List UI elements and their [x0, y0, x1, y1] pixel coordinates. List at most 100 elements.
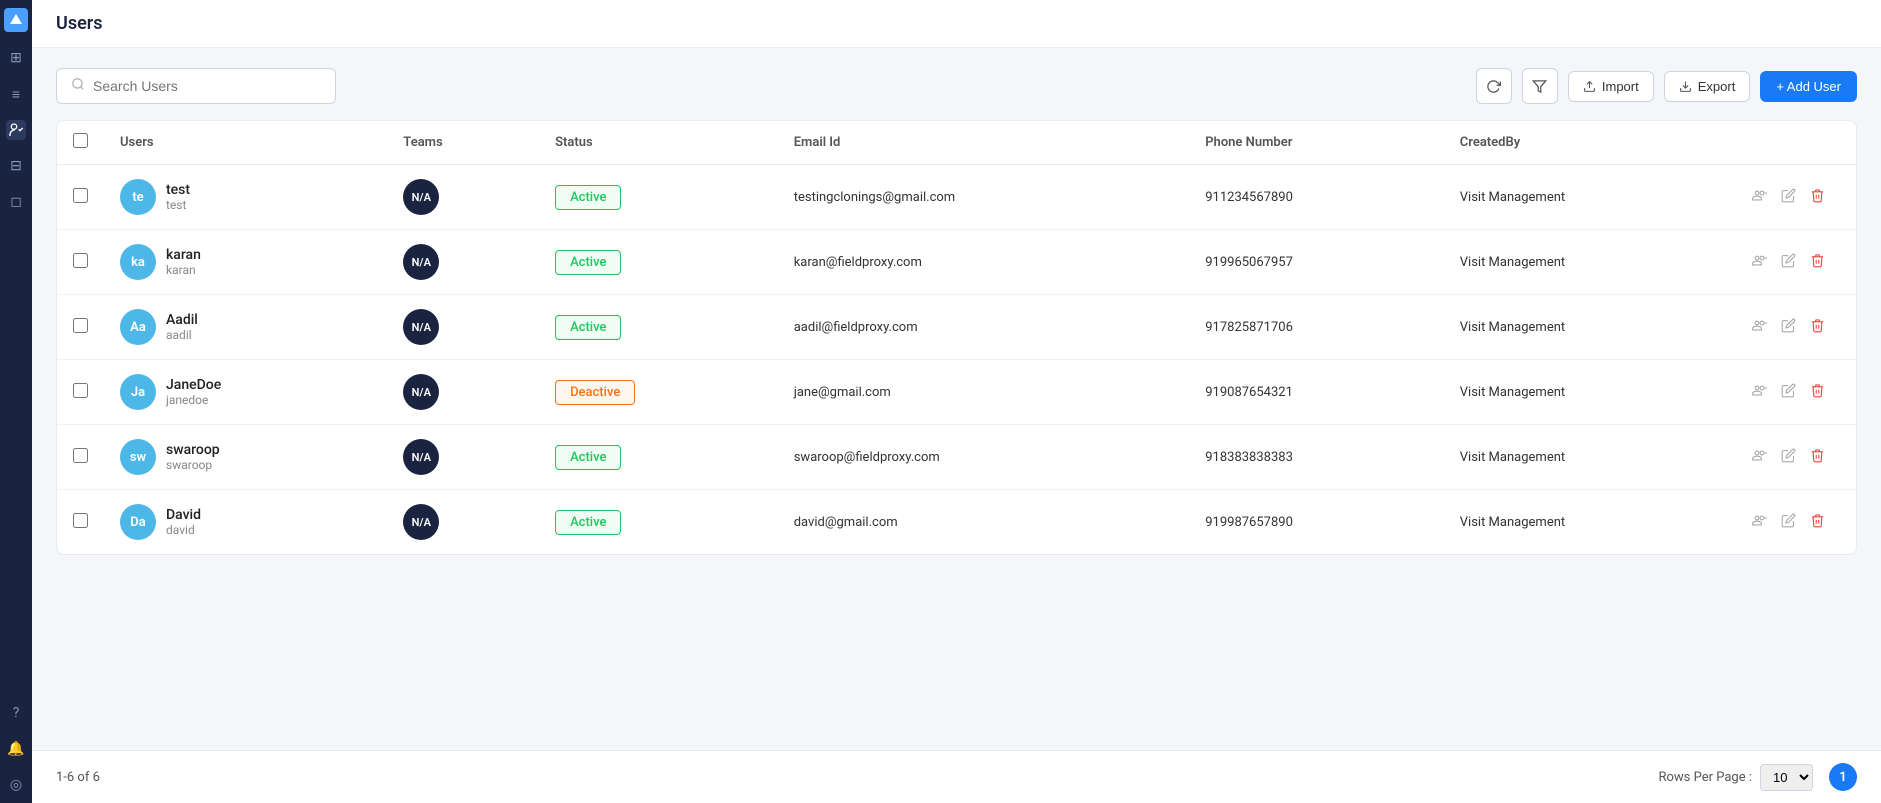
team-badge-2: N/A [403, 309, 439, 345]
action-icons-4 [1752, 448, 1840, 467]
import-button[interactable]: Import [1568, 71, 1654, 102]
remove-user-icon-3[interactable] [1752, 383, 1767, 402]
user-info-3: JaneDoe janedoe [166, 377, 221, 407]
phone-2: 917825871706 [1189, 295, 1444, 360]
row-checkbox-3[interactable] [73, 383, 88, 398]
page-title: Users [56, 13, 103, 34]
rows-per-page-select[interactable]: 10 25 50 [1760, 764, 1813, 791]
avatar-1: ka [120, 244, 156, 280]
delete-icon-3[interactable] [1810, 383, 1825, 402]
users-table: Users Teams Status Email Id Phone Number… [57, 121, 1856, 554]
edit-icon-5[interactable] [1781, 513, 1796, 532]
action-icons-5 [1752, 513, 1840, 532]
edit-icon-0[interactable] [1781, 188, 1796, 207]
col-created-by: CreatedBy [1444, 121, 1736, 165]
sidebar-icon-chart[interactable]: ⊟ [6, 156, 26, 176]
sidebar-icon-grid[interactable]: ⊞ [6, 48, 26, 68]
remove-user-icon-4[interactable] [1752, 448, 1767, 467]
team-badge-1: N/A [403, 244, 439, 280]
user-username-1: karan [166, 263, 201, 277]
col-email: Email Id [778, 121, 1190, 165]
current-page-number[interactable]: 1 [1829, 763, 1857, 791]
search-box[interactable] [56, 68, 336, 104]
avatar-0: te [120, 179, 156, 215]
table-footer: 1-6 of 6 Rows Per Page : 10 25 50 1 [32, 750, 1881, 803]
sidebar-icon-bell[interactable]: 🔔 [6, 739, 26, 759]
user-username-4: swaroop [166, 458, 220, 472]
sidebar-icon-users[interactable] [6, 120, 26, 140]
toolbar: Import Export + Add User [56, 68, 1857, 104]
search-icon [71, 77, 85, 95]
delete-icon-5[interactable] [1810, 513, 1825, 532]
action-icons-1 [1752, 253, 1840, 272]
users-table-container: Users Teams Status Email Id Phone Number… [56, 120, 1857, 555]
sidebar: ⊞ ≡ ⊟ ◻ ? 🔔 ◎ [0, 0, 32, 803]
refresh-button[interactable] [1476, 68, 1512, 104]
export-button[interactable]: Export [1664, 71, 1751, 102]
delete-icon-0[interactable] [1810, 188, 1825, 207]
col-teams: Teams [387, 121, 539, 165]
delete-icon-1[interactable] [1810, 253, 1825, 272]
user-name-1: karan [166, 247, 201, 263]
created-by-4: Visit Management [1444, 425, 1736, 490]
status-badge-1: Active [555, 250, 621, 275]
team-badge-0: N/A [403, 179, 439, 215]
row-checkbox-2[interactable] [73, 318, 88, 333]
sidebar-icon-user[interactable]: ◎ [6, 775, 26, 795]
col-status: Status [539, 121, 778, 165]
add-user-label: + Add User [1776, 79, 1841, 94]
user-info-4: swaroop swaroop [166, 442, 220, 472]
edit-icon-4[interactable] [1781, 448, 1796, 467]
content-area: Import Export + Add User [32, 48, 1881, 750]
remove-user-icon-5[interactable] [1752, 513, 1767, 532]
import-label: Import [1602, 79, 1639, 94]
user-info-0: test test [166, 182, 190, 212]
col-users: Users [104, 121, 387, 165]
search-input[interactable] [93, 78, 321, 94]
sidebar-icon-calendar[interactable]: ◻ [6, 192, 26, 212]
user-cell-1: ka karan karan [120, 244, 371, 280]
user-cell-2: Aa Aadil aadil [120, 309, 371, 345]
created-by-1: Visit Management [1444, 230, 1736, 295]
edit-icon-2[interactable] [1781, 318, 1796, 337]
phone-3: 919087654321 [1189, 360, 1444, 425]
main-content: Users [32, 0, 1881, 803]
sidebar-icon-help[interactable]: ? [6, 703, 26, 723]
email-2: aadil@fieldproxy.com [778, 295, 1190, 360]
user-info-1: karan karan [166, 247, 201, 277]
rows-per-page-control: Rows Per Page : 10 25 50 [1658, 764, 1813, 791]
delete-icon-2[interactable] [1810, 318, 1825, 337]
table-row: Da David david N/A Active david@gmail.co… [57, 490, 1856, 555]
edit-icon-3[interactable] [1781, 383, 1796, 402]
row-checkbox-5[interactable] [73, 513, 88, 528]
sidebar-icon-list[interactable]: ≡ [6, 84, 26, 104]
filter-button[interactable] [1522, 68, 1558, 104]
email-5: david@gmail.com [778, 490, 1190, 555]
remove-user-icon-0[interactable] [1752, 188, 1767, 207]
user-info-2: Aadil aadil [166, 312, 198, 342]
delete-icon-4[interactable] [1810, 448, 1825, 467]
user-name-0: test [166, 182, 190, 198]
user-name-4: swaroop [166, 442, 220, 458]
user-cell-3: Ja JaneDoe janedoe [120, 374, 371, 410]
pagination-info: 1-6 of 6 [56, 770, 1642, 785]
row-checkbox-1[interactable] [73, 253, 88, 268]
add-user-button[interactable]: + Add User [1760, 71, 1857, 102]
phone-0: 911234567890 [1189, 165, 1444, 230]
row-checkbox-4[interactable] [73, 448, 88, 463]
table-row: ka karan karan N/A Active karan@fieldpro… [57, 230, 1856, 295]
team-badge-5: N/A [403, 504, 439, 540]
edit-icon-1[interactable] [1781, 253, 1796, 272]
user-cell-4: sw swaroop swaroop [120, 439, 371, 475]
user-username-0: test [166, 198, 190, 212]
remove-user-icon-1[interactable] [1752, 253, 1767, 272]
row-checkbox-0[interactable] [73, 188, 88, 203]
topbar: Users [32, 0, 1881, 48]
remove-user-icon-2[interactable] [1752, 318, 1767, 337]
table-row: Aa Aadil aadil N/A Active aadil@fieldpro… [57, 295, 1856, 360]
select-all-checkbox[interactable] [73, 133, 88, 148]
phone-1: 919965067957 [1189, 230, 1444, 295]
table-row: Ja JaneDoe janedoe N/A Deactive jane@gma… [57, 360, 1856, 425]
user-info-5: David david [166, 507, 201, 537]
user-username-5: david [166, 523, 201, 537]
